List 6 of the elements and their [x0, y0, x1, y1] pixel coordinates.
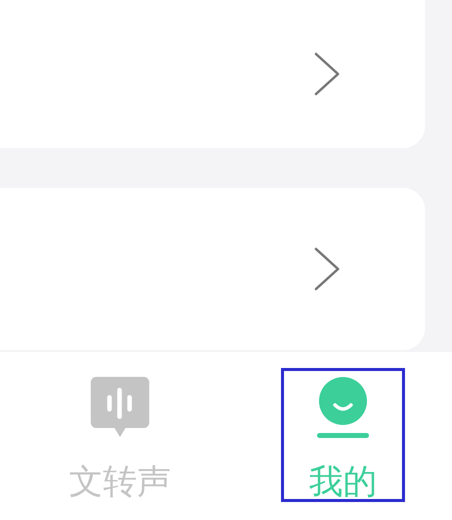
list-card[interactable] [0, 188, 425, 350]
list-card[interactable] [0, 0, 425, 148]
chevron-right-icon [313, 52, 341, 96]
nav-tab[interactable]: 文转声 [58, 368, 182, 502]
chevron-right-icon [313, 247, 341, 291]
nav-tab[interactable]: 我的 [281, 368, 405, 502]
